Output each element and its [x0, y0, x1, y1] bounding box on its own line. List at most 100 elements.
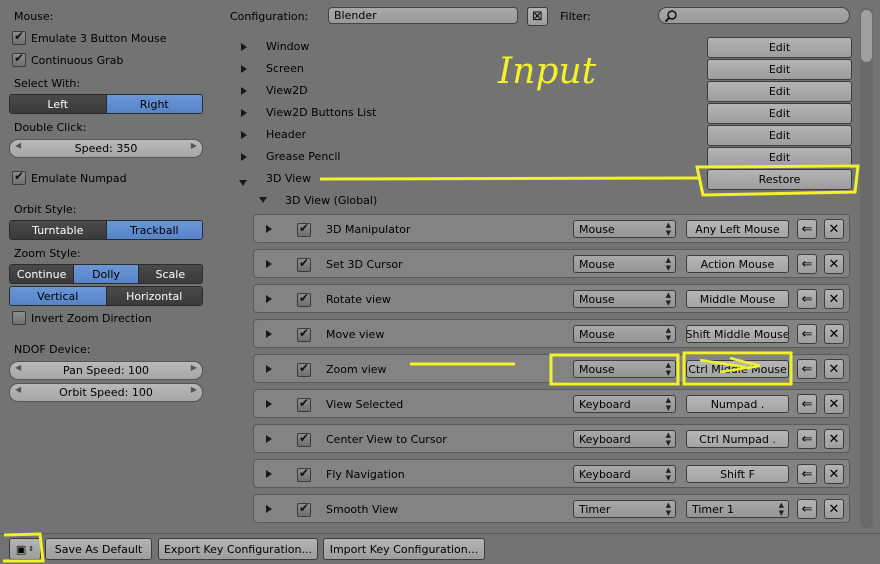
- restore-item-button[interactable]: ⇐: [797, 499, 817, 519]
- expand-arrow-icon[interactable]: [266, 435, 272, 443]
- remove-item-button[interactable]: ✕: [824, 289, 844, 309]
- configuration-preset-field[interactable]: Blender: [328, 7, 518, 24]
- remove-item-button[interactable]: ✕: [824, 359, 844, 379]
- edit-button[interactable]: Edit: [707, 81, 852, 102]
- increment-arrow-icon[interactable]: ▶: [191, 385, 197, 394]
- key-binding-button[interactable]: Shift Middle Mouse: [686, 325, 789, 343]
- input-type-dropdown[interactable]: Mouse ▲ ▼: [573, 255, 676, 273]
- orbit-trackball-option[interactable]: Trackball: [106, 221, 202, 239]
- input-type-dropdown[interactable]: Mouse ▲ ▼: [573, 325, 676, 343]
- category-label[interactable]: Header: [266, 128, 306, 141]
- key-binding-button[interactable]: Shift F: [686, 465, 789, 483]
- category-label[interactable]: View2D: [266, 84, 308, 97]
- orbit-turntable-option[interactable]: Turntable: [10, 221, 107, 239]
- expand-arrow-icon[interactable]: [266, 505, 272, 513]
- key-binding-button[interactable]: Action Mouse: [686, 255, 789, 273]
- keymap-active-checkbox[interactable]: ✔: [297, 361, 311, 377]
- zoom-horizontal-option[interactable]: Horizontal: [106, 287, 202, 305]
- increment-arrow-icon[interactable]: ▶: [191, 363, 197, 372]
- expand-arrow-icon[interactable]: [241, 65, 247, 73]
- edit-button[interactable]: Edit: [707, 147, 852, 168]
- expand-arrow-icon[interactable]: [266, 260, 272, 268]
- zoom-continue-option[interactable]: Continue: [10, 265, 75, 283]
- restore-item-button[interactable]: ⇐: [797, 464, 817, 484]
- double-click-speed-slider[interactable]: ◀ Speed: 350 ▶: [9, 139, 203, 158]
- key-binding-button[interactable]: Numpad .: [686, 395, 789, 413]
- input-type-dropdown[interactable]: Mouse ▲ ▼: [573, 290, 676, 308]
- orbit-speed-slider[interactable]: ◀ Orbit Speed: 100 ▶: [9, 383, 203, 402]
- category-label[interactable]: Screen: [266, 62, 304, 75]
- zoom-scale-option[interactable]: Scale: [138, 265, 202, 283]
- restore-item-button[interactable]: ⇐: [797, 219, 817, 239]
- keymap-active-checkbox[interactable]: ✔: [297, 466, 311, 482]
- key-binding-button[interactable]: Middle Mouse: [686, 290, 789, 308]
- key-binding-button[interactable]: Ctrl Middle Mouse: [686, 360, 789, 378]
- edit-button[interactable]: Edit: [707, 125, 852, 146]
- edit-button[interactable]: Edit: [707, 59, 852, 80]
- keymap-active-checkbox[interactable]: ✔: [297, 256, 311, 272]
- key-binding-button[interactable]: Ctrl Numpad .: [686, 430, 789, 448]
- remove-item-button[interactable]: ✕: [824, 464, 844, 484]
- restore-item-button[interactable]: ⇐: [797, 394, 817, 414]
- restore-item-button[interactable]: ⇐: [797, 359, 817, 379]
- expand-arrow-icon[interactable]: [241, 153, 247, 161]
- import-key-configuration-button[interactable]: Import Key Configuration...: [323, 538, 485, 560]
- category-label[interactable]: Grease Pencil: [266, 150, 340, 163]
- key-binding-button[interactable]: Any Left Mouse: [686, 220, 789, 238]
- input-type-dropdown[interactable]: Keyboard ▲ ▼: [573, 395, 676, 413]
- filter-search-input[interactable]: [658, 7, 850, 24]
- decrement-arrow-icon[interactable]: ◀: [15, 385, 21, 394]
- select-right-option[interactable]: Right: [106, 95, 202, 113]
- edit-button[interactable]: Edit: [707, 37, 852, 58]
- expand-arrow-icon[interactable]: [266, 400, 272, 408]
- keymap-active-checkbox[interactable]: ✔: [297, 291, 311, 307]
- expand-arrow-icon[interactable]: [241, 43, 247, 51]
- restore-item-button[interactable]: ⇐: [797, 324, 817, 344]
- vertical-scrollbar[interactable]: [860, 8, 873, 528]
- restore-item-button[interactable]: ⇐: [797, 289, 817, 309]
- category-label[interactable]: 3D View: [266, 172, 311, 185]
- timer-dropdown[interactable]: Timer 1 ▲ ▼: [686, 500, 789, 518]
- input-type-dropdown[interactable]: Mouse ▲ ▼: [573, 360, 676, 378]
- edit-button[interactable]: Edit: [707, 103, 852, 124]
- expand-arrow-icon[interactable]: [266, 225, 272, 233]
- invert-zoom-checkbox[interactable]: [12, 311, 26, 325]
- export-key-configuration-button[interactable]: Export Key Configuration...: [158, 538, 318, 560]
- remove-item-button[interactable]: ✕: [824, 429, 844, 449]
- pan-speed-slider[interactable]: ◀ Pan Speed: 100 ▶: [9, 361, 203, 380]
- keymap-active-checkbox[interactable]: ✔: [297, 431, 311, 447]
- category-label[interactable]: View2D Buttons List: [266, 106, 376, 119]
- expand-arrow-icon[interactable]: [266, 295, 272, 303]
- input-type-dropdown[interactable]: Mouse ▲ ▼: [573, 220, 676, 238]
- remove-item-button[interactable]: ✕: [824, 254, 844, 274]
- scrollbar-thumb[interactable]: [861, 10, 872, 62]
- clear-configuration-button[interactable]: ⊠: [527, 7, 548, 26]
- restore-button[interactable]: Restore: [707, 169, 852, 190]
- input-type-dropdown[interactable]: Keyboard ▲ ▼: [573, 430, 676, 448]
- decrement-arrow-icon[interactable]: ◀: [15, 363, 21, 372]
- category-label[interactable]: Window: [266, 40, 309, 53]
- expand-arrow-icon[interactable]: [266, 365, 272, 373]
- input-type-dropdown[interactable]: Timer ▲ ▼: [573, 500, 676, 518]
- keymap-active-checkbox[interactable]: ✔: [297, 396, 311, 412]
- remove-item-button[interactable]: ✕: [824, 324, 844, 344]
- restore-item-button[interactable]: ⇐: [797, 429, 817, 449]
- emulate-numpad-checkbox[interactable]: ✔: [12, 169, 26, 185]
- expand-arrow-icon[interactable]: [241, 87, 247, 95]
- remove-item-button[interactable]: ✕: [824, 394, 844, 414]
- increment-arrow-icon[interactable]: ▶: [191, 141, 197, 150]
- zoom-vertical-option[interactable]: Vertical: [10, 287, 107, 305]
- expand-arrow-icon[interactable]: [241, 131, 247, 139]
- zoom-dolly-option[interactable]: Dolly: [74, 265, 139, 283]
- expand-arrow-icon[interactable]: [266, 330, 272, 338]
- expand-arrow-icon[interactable]: [259, 197, 267, 203]
- expand-arrow-icon[interactable]: [241, 109, 247, 117]
- decrement-arrow-icon[interactable]: ◀: [15, 141, 21, 150]
- remove-item-button[interactable]: ✕: [824, 219, 844, 239]
- collapse-arrow-icon[interactable]: [239, 180, 247, 186]
- keymap-active-checkbox[interactable]: ✔: [297, 501, 311, 517]
- restore-item-button[interactable]: ⇐: [797, 254, 817, 274]
- select-left-option[interactable]: Left: [10, 95, 107, 113]
- editor-type-menu[interactable]: ▣ ⇕: [9, 538, 41, 560]
- save-as-default-button[interactable]: Save As Default: [45, 538, 152, 560]
